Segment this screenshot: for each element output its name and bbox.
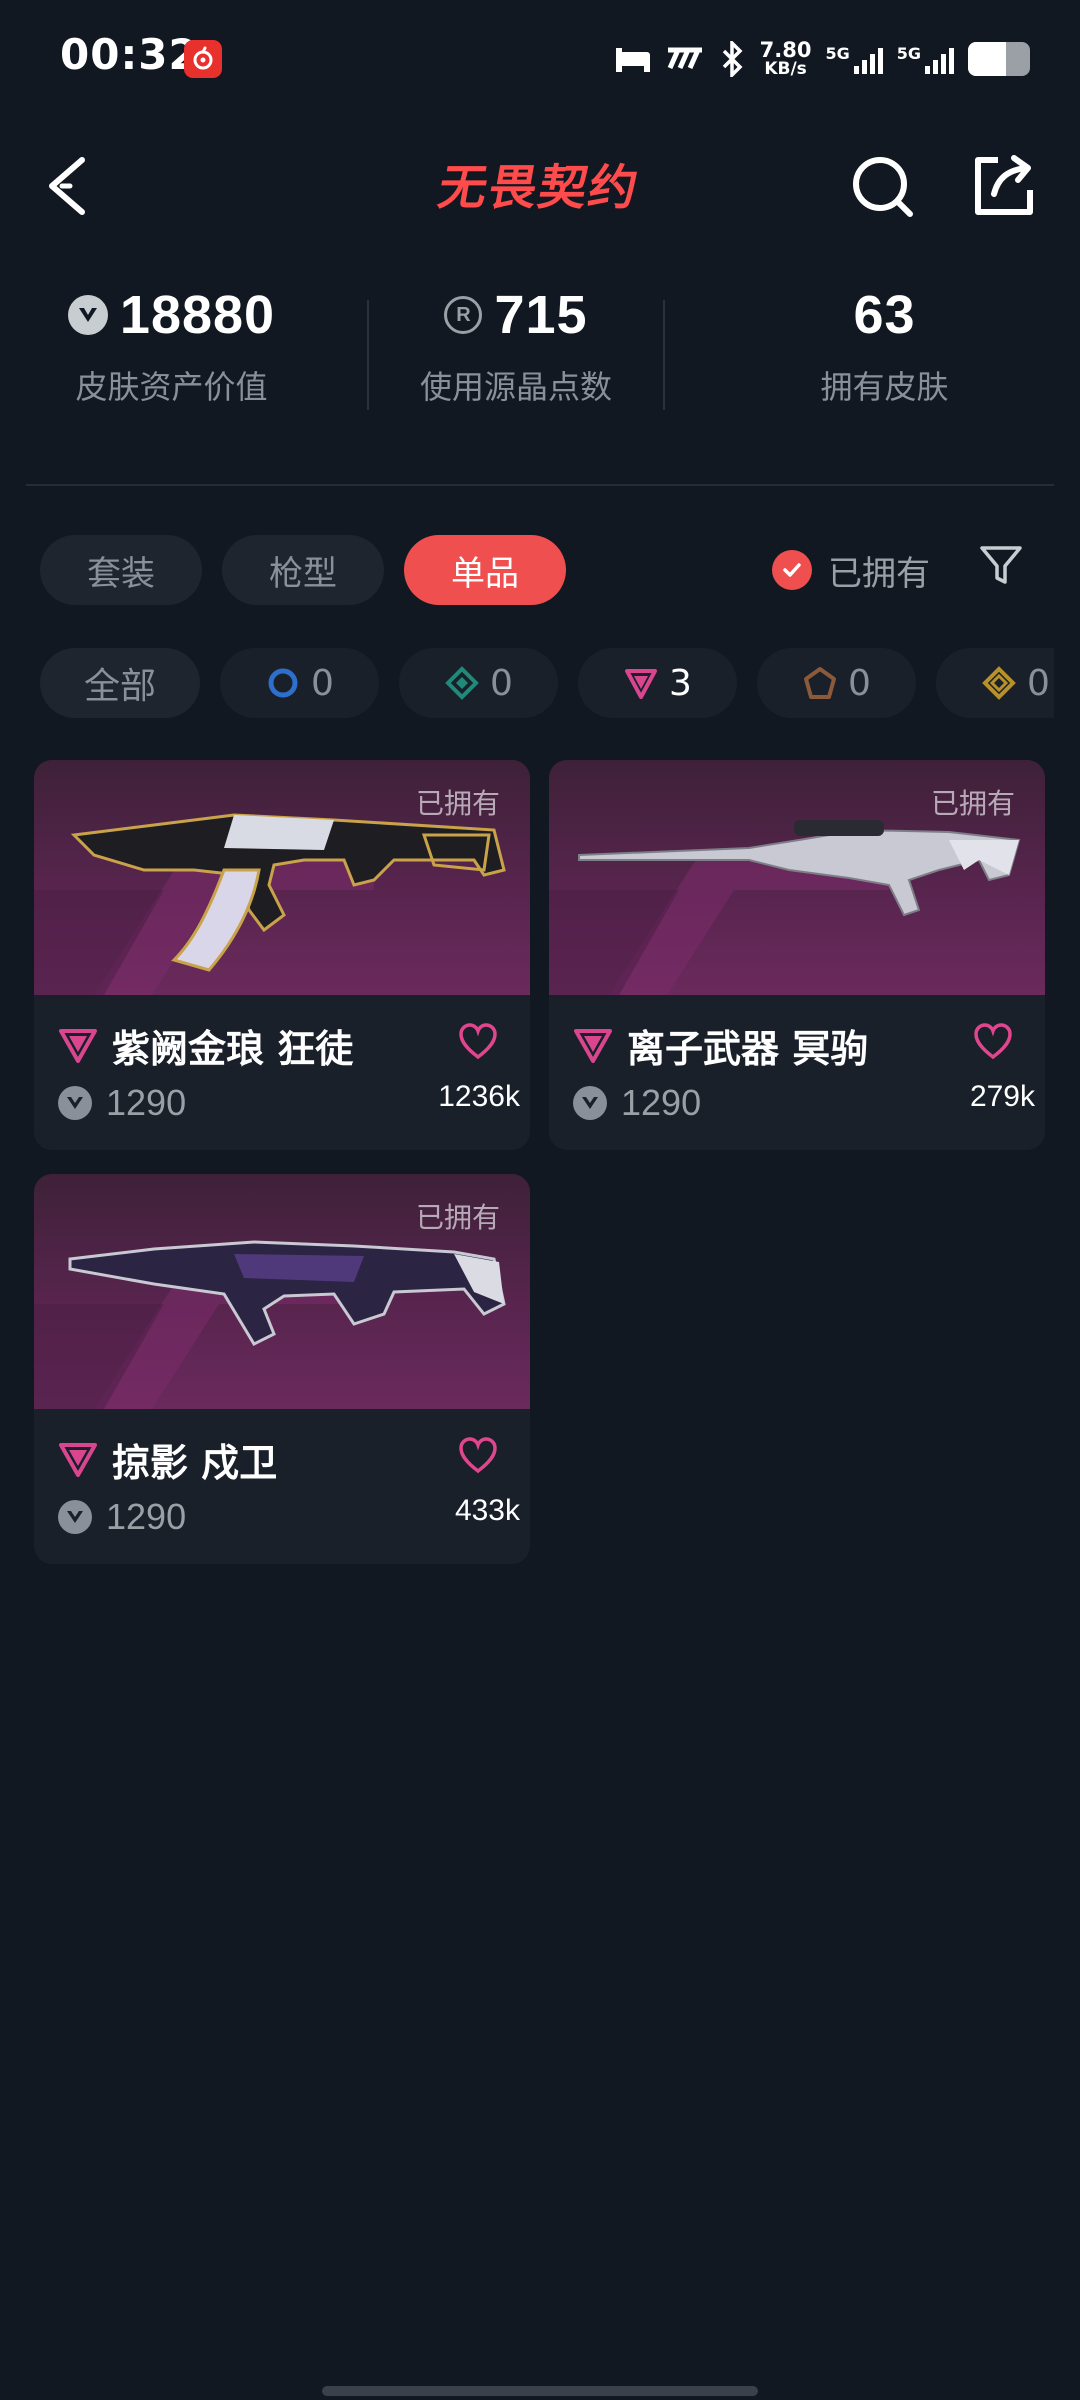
skin-card[interactable]: 已拥有 掠影 戍卫 1290 433k xyxy=(34,1174,530,1564)
premium-tier-icon xyxy=(625,669,658,699)
chevron-left-icon xyxy=(49,157,85,215)
skin-name: 离子武器 冥驹 xyxy=(627,1027,869,1071)
skin-name: 紫阙金琅 狂徒 xyxy=(112,1027,354,1071)
stat-divider xyxy=(663,300,665,410)
check-icon xyxy=(772,550,812,590)
stat-divider xyxy=(367,300,369,410)
select-tier-icon xyxy=(268,668,298,698)
sleep-mode-icon xyxy=(615,48,650,72)
skin-price: 1290 xyxy=(621,1082,702,1123)
bluetooth-icon xyxy=(722,41,743,77)
skin-image: 已拥有 xyxy=(34,760,530,995)
asset-stats: 18880 皮肤资产价值 R 715 使用源晶点数 63 拥有皮肤 xyxy=(0,280,1080,440)
tab-bundles[interactable]: 套装 xyxy=(40,535,202,605)
vp-coin-icon xyxy=(67,295,108,335)
like-count: 433k xyxy=(454,1494,520,1527)
owned-label: 已拥有 xyxy=(415,787,500,820)
status-bar: 00:32 7.80 KB/s 5G 5G xyxy=(0,0,1080,115)
filter-button[interactable] xyxy=(978,542,1024,588)
chip-premium-tier[interactable]: 3 xyxy=(578,648,737,718)
stat-skin-value: 18880 皮肤资产价值 xyxy=(0,280,343,440)
premium-tier-icon xyxy=(574,1028,612,1063)
like-count: 279k xyxy=(969,1080,1035,1113)
premium-tier-icon xyxy=(59,1442,97,1477)
back-button[interactable] xyxy=(38,150,108,220)
skin-name: 掠影 戍卫 xyxy=(112,1441,278,1485)
skin-price: 1290 xyxy=(106,1082,187,1123)
chip-all[interactable]: 全部 xyxy=(40,648,200,718)
like-count: 1236k xyxy=(438,1080,520,1113)
skin-price: 1290 xyxy=(106,1496,187,1537)
chip-ultra-tier[interactable]: 0 xyxy=(936,648,1054,718)
share-icon xyxy=(975,155,1033,215)
signal-5g-1: 5G xyxy=(825,44,883,74)
owned-label: 已拥有 xyxy=(415,1201,500,1234)
netease-music-icon xyxy=(184,40,222,78)
chip-exclusive-tier[interactable]: 0 xyxy=(757,648,916,718)
chip-select-tier[interactable]: 0 xyxy=(220,648,379,718)
search-button[interactable] xyxy=(848,150,918,220)
chip-deluxe-tier[interactable]: 0 xyxy=(399,648,558,718)
vp-coin-icon xyxy=(58,1500,92,1534)
divider xyxy=(26,484,1054,486)
tab-weapon-types[interactable]: 枪型 xyxy=(222,535,384,605)
vp-coin-icon xyxy=(573,1086,607,1120)
deluxe-tier-icon xyxy=(445,666,479,700)
like-heart-icon[interactable] xyxy=(458,1022,498,1062)
signal-5g-2: 5G xyxy=(897,44,954,74)
filter-icon xyxy=(980,546,1022,584)
premium-tier-icon xyxy=(59,1028,97,1063)
network-speed: 7.80 KB/s xyxy=(759,38,812,79)
signal-bars-icon xyxy=(853,44,883,74)
home-indicator[interactable] xyxy=(322,2386,758,2396)
stat-radianite-points: R 715 使用源晶点数 xyxy=(343,280,689,440)
like-heart-icon[interactable] xyxy=(973,1022,1013,1062)
skin-card[interactable]: 已拥有 离子武器 冥驹 1290 279k xyxy=(549,760,1045,1150)
skin-image: 已拥有 xyxy=(34,1174,530,1409)
radianite-icon: R xyxy=(444,296,483,334)
share-button[interactable] xyxy=(968,150,1038,220)
rarity-filter-chips: 全部 0 0 3 0 0 xyxy=(40,648,1054,718)
status-time: 00:32 xyxy=(60,30,199,79)
battery-icon xyxy=(968,42,1030,76)
hd-signal-icon xyxy=(667,47,702,70)
skin-card[interactable]: 已拥有 紫阙金琅 狂徒 1290 1236k xyxy=(34,760,530,1150)
exclusive-tier-icon xyxy=(804,667,837,699)
ultra-tier-icon xyxy=(982,666,1016,700)
app-header: 无畏契约 xyxy=(0,130,1080,240)
search-icon xyxy=(853,157,913,217)
owned-label: 已拥有 xyxy=(930,787,1015,820)
vp-coin-icon xyxy=(58,1086,92,1120)
brand-logo: 无畏契约 xyxy=(434,160,645,216)
signal-bars-icon xyxy=(925,44,954,74)
stat-owned-skins: 63 拥有皮肤 xyxy=(820,285,949,406)
tab-single-items[interactable]: 单品 xyxy=(404,535,566,605)
skin-image: 已拥有 xyxy=(549,760,1045,995)
owned-toggle[interactable]: 已拥有 xyxy=(772,540,930,600)
like-heart-icon[interactable] xyxy=(458,1436,498,1476)
category-tabs: 套装 枪型 单品 xyxy=(40,535,566,605)
